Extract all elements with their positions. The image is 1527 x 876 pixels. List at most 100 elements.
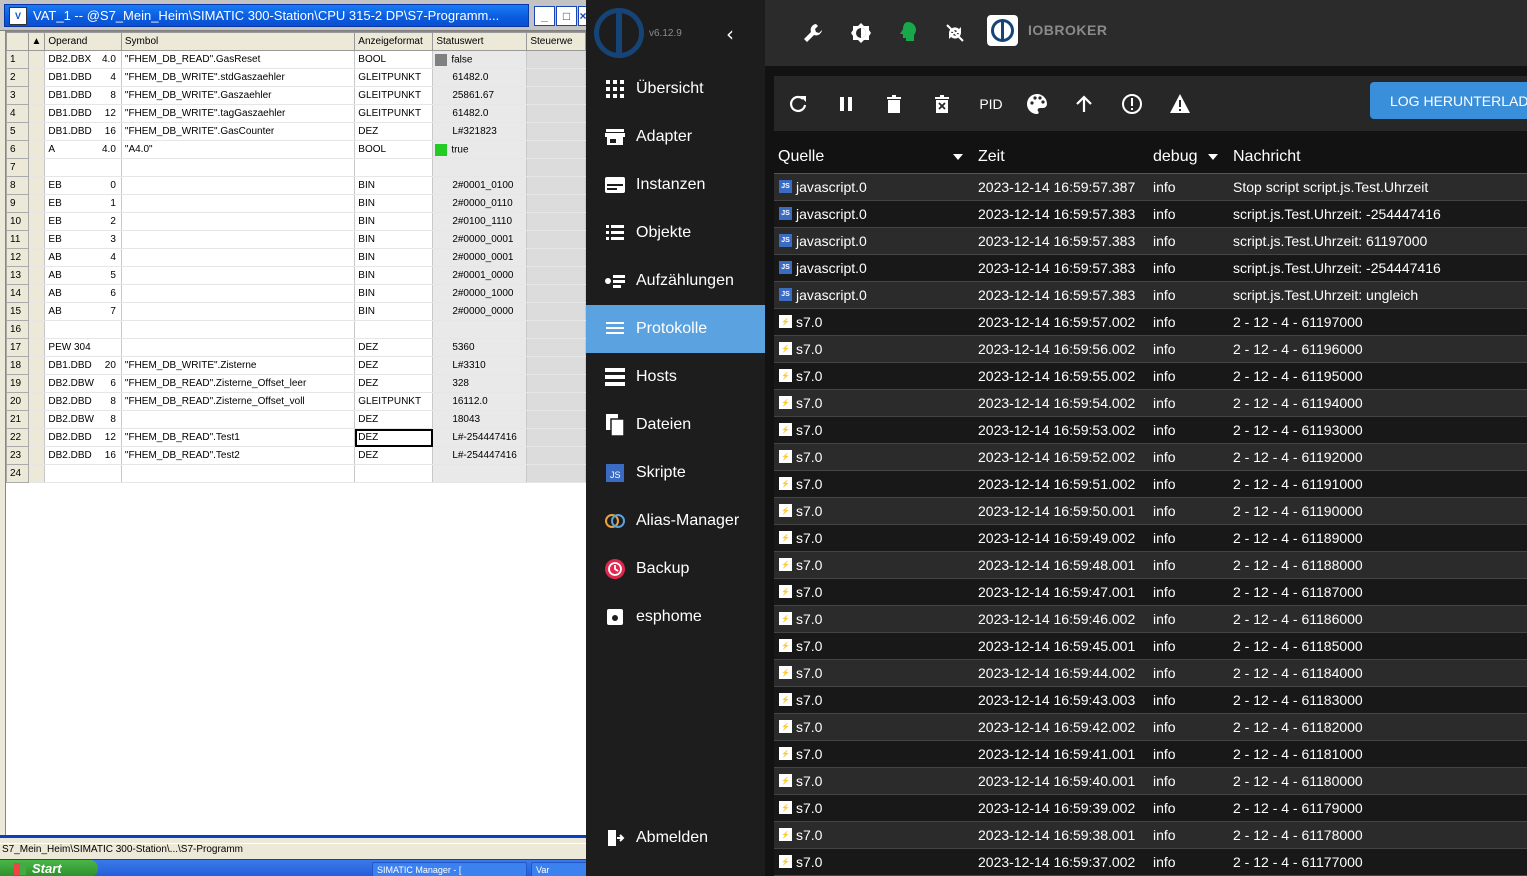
log-row[interactable]: JS javascript.0 2023-12-14 16:59:57.383 inf… [774,255,1527,282]
vat-row[interactable]: 18 DB1.DBD 20 "FHEM_DB_WRITE".Zisterne DEZ L#… [6,356,586,375]
vat-row-selector[interactable] [28,230,46,249]
log-row[interactable]: ⚡ s7.0 2023-12-14 16:59:53.002 info 2 - 12 -… [774,417,1527,444]
vat-row-selector[interactable] [28,356,46,375]
vat-cell-operand[interactable]: A 4.0 [44,140,122,159]
vat-cell-operand[interactable]: DB2.DBD 16 [44,446,122,465]
vat-row[interactable]: 17 PEW 304 DEZ 5360 [6,338,586,357]
log-row[interactable]: ⚡ s7.0 2023-12-14 16:59:48.001 info 2 - 12 -… [774,552,1527,579]
nav-item-objekte[interactable]: Objekte [586,209,765,257]
vat-cell-symbol[interactable]: "FHEM_DB_WRITE".tagGaszaehler [121,104,356,123]
vat-cell-symbol[interactable] [121,320,356,339]
vat-cell-symbol[interactable]: "FHEM_DB_WRITE".Gaszaehler [121,86,356,105]
pause-icon[interactable] [834,92,858,116]
vat-cell-control[interactable] [526,122,586,141]
log-row[interactable]: ⚡ s7.0 2023-12-14 16:59:56.002 info 2 - 12 -… [774,336,1527,363]
vat-cell-operand[interactable]: DB2.DBD 12 [44,428,122,447]
maximize-button[interactable]: □ [556,6,577,26]
vat-row-selector[interactable] [28,104,46,123]
vat-row[interactable]: 1 DB2.DBX 4.0 "FHEM_DB_READ".GasReset BOOL fa… [6,50,586,69]
vat-row[interactable]: 4 DB1.DBD 12 "FHEM_DB_WRITE".tagGaszaehler G… [6,104,586,123]
vat-row-number[interactable]: 3 [6,86,29,105]
vat-row-number[interactable]: 14 [6,284,29,303]
vat-row-number[interactable]: 1 [6,50,29,69]
vat-row-selector[interactable] [28,212,46,231]
expert-mode-icon[interactable] [895,20,921,46]
nav-item-adapter[interactable]: Adapter [586,113,765,161]
vat-cell-format[interactable]: BIN [354,230,434,249]
vat-cell-operand[interactable]: PEW 304 [44,338,122,357]
vat-cell-symbol[interactable] [121,302,356,321]
log-row[interactable]: ⚡ s7.0 2023-12-14 16:59:52.002 info 2 - 12 -… [774,444,1527,471]
vat-row-number[interactable]: 21 [6,410,29,429]
delete-forever-icon[interactable] [930,92,954,116]
pid-toggle[interactable]: PID [976,92,1006,116]
vat-cell-control[interactable] [526,338,586,357]
vat-cell-format[interactable]: DEZ [354,446,434,465]
vat-cell-operand[interactable]: DB2.DBX 4.0 [44,50,122,69]
vat-row-number[interactable]: 2 [6,68,29,87]
nav-item-protokolle[interactable]: Protokolle [586,305,765,353]
log-row[interactable]: ⚡ s7.0 2023-12-14 16:59:40.001 info 2 - 12 -… [774,768,1527,795]
vat-cell-operand[interactable]: DB2.DBW 6 [44,374,122,393]
vat-cell-symbol[interactable] [121,266,356,285]
log-row[interactable]: ⚡ s7.0 2023-12-14 16:59:51.002 info 2 - 12 -… [774,471,1527,498]
vat-cell-format[interactable]: BIN [354,212,434,231]
vat-cell-symbol[interactable] [121,284,356,303]
vat-row-number[interactable]: 5 [6,122,29,141]
taskbar-item-var[interactable]: Var [531,862,586,876]
vat-row[interactable]: 22 DB2.DBD 12 "FHEM_DB_READ".Test1 DEZ L#-254… [6,428,586,447]
logout-button[interactable]: Abmelden [586,814,765,862]
vat-table-area[interactable]: ▲ Operand Symbol Anzeigeformat Statuswer… [5,31,586,835]
log-row[interactable]: ⚡ s7.0 2023-12-14 16:59:46.002 info 2 - 12 -… [774,606,1527,633]
log-row[interactable]: ⚡ s7.0 2023-12-14 16:59:43.003 info 2 - 12 -… [774,687,1527,714]
vat-row[interactable]: 15 AB 7 BIN 2#0000_0000 [6,302,586,321]
vat-row-number[interactable]: 17 [6,338,29,357]
taskbar-item-simatic-manager[interactable]: SIMATIC Manager - [ [372,862,527,876]
nav-item-hosts[interactable]: Hosts [586,353,765,401]
vat-cell-operand[interactable]: DB2.DBD 8 [44,392,122,411]
log-row[interactable]: ⚡ s7.0 2023-12-14 16:59:57.002 info 2 - 12 -… [774,309,1527,336]
vat-row-number[interactable]: 15 [6,302,29,321]
vat-col-control[interactable]: Steuerwe [526,32,586,51]
vat-row-number[interactable]: 7 [6,158,29,177]
vat-col-status[interactable]: Statuswert [432,32,528,51]
vat-row-number[interactable]: 19 [6,374,29,393]
log-row[interactable]: JS javascript.0 2023-12-14 16:59:57.387 inf… [774,174,1527,201]
log-row[interactable]: JS javascript.0 2023-12-14 16:59:57.383 inf… [774,228,1527,255]
log-row[interactable]: ⚡ s7.0 2023-12-14 16:59:54.002 info 2 - 12 -… [774,390,1527,417]
vat-cell-operand[interactable]: AB 7 [44,302,122,321]
refresh-icon[interactable] [786,92,810,116]
vat-row-number[interactable]: 11 [6,230,29,249]
vat-cell-symbol[interactable]: "FHEM_DB_READ".Test2 [121,446,356,465]
log-row[interactable]: ⚡ s7.0 2023-12-14 16:59:37.002 info 2 - 12 -… [774,849,1527,876]
vat-cell-format[interactable]: GLEITPUNKT [354,104,434,123]
vat-row-number[interactable]: 13 [6,266,29,285]
vat-row[interactable]: 19 DB2.DBW 6 "FHEM_DB_READ".Zisterne_Offset… [6,374,586,393]
vat-cell-operand[interactable] [44,158,122,177]
log-row[interactable]: ⚡ s7.0 2023-12-14 16:59:49.002 info 2 - 12 -… [774,525,1527,552]
vat-row-number[interactable]: 20 [6,392,29,411]
vat-row-selector[interactable] [28,428,46,447]
vat-cell-format[interactable] [354,158,434,177]
vat-cell-operand[interactable]: EB 0 [44,176,122,195]
log-download-button[interactable]: LOG HERUNTERLADEN [1370,82,1527,119]
vat-row-selector[interactable] [28,248,46,267]
source-filter[interactable]: Quelle [778,148,968,166]
vat-row-selector[interactable] [28,338,46,357]
vat-row-selector[interactable] [28,374,46,393]
vat-cell-control[interactable] [526,68,586,87]
vat-row-selector[interactable] [28,68,46,87]
delete-icon[interactable] [882,92,906,116]
vat-row[interactable]: 5 DB1.DBD 16 "FHEM_DB_WRITE".GasCounter DEZ L… [6,122,586,141]
nav-item-instanzen[interactable]: Instanzen [586,161,765,209]
palette-icon[interactable] [1025,92,1049,116]
vat-row-selector[interactable] [28,392,46,411]
vat-cell-operand[interactable]: DB1.DBD 12 [44,104,122,123]
vat-row-number[interactable]: 8 [6,176,29,195]
log-row[interactable]: JS javascript.0 2023-12-14 16:59:57.383 inf… [774,282,1527,309]
start-button[interactable]: Start [0,860,98,876]
vat-cell-symbol[interactable] [121,158,356,177]
vat-cell-operand[interactable]: AB 5 [44,266,122,285]
vat-cell-control[interactable] [526,86,586,105]
vat-cell-format[interactable]: BIN [354,266,434,285]
